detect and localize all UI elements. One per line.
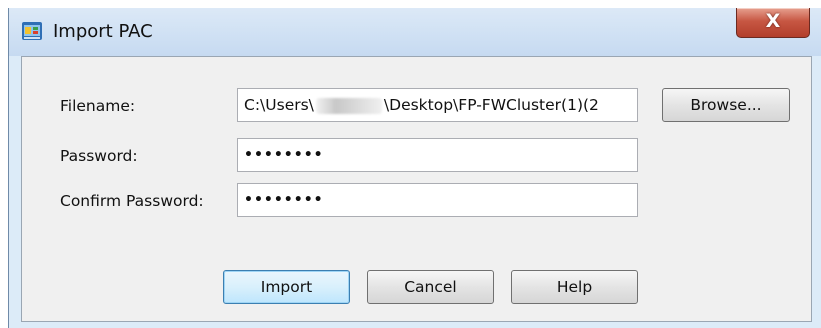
dialog-title: Import PAC <box>53 21 153 42</box>
password-field[interactable]: •••••••• <box>237 138 638 172</box>
browse-button[interactable]: Browse... <box>662 88 790 122</box>
import-pac-app-icon <box>22 22 42 40</box>
filename-field[interactable]: C:\Users\ \Desktop\FP-FWCluster(1)(2 <box>237 88 638 122</box>
close-button[interactable]: X <box>736 8 810 38</box>
import-pac-dialog: Import PAC X Filename: C:\Users\ \Desktop… <box>8 8 821 328</box>
filename-label: Filename: <box>60 97 136 115</box>
filename-path-start: C:\Users\ <box>244 96 314 114</box>
help-button[interactable]: Help <box>511 270 638 304</box>
import-button[interactable]: Import <box>223 270 350 304</box>
confirm-password-field[interactable]: •••••••• <box>237 183 638 217</box>
confirm-password-label: Confirm Password: <box>60 192 204 210</box>
dialog-body: Filename: C:\Users\ \Desktop\FP-FWCluster… <box>21 56 812 322</box>
close-icon: X <box>765 10 781 32</box>
password-label: Password: <box>60 147 138 165</box>
title-bar[interactable]: Import PAC X <box>9 8 821 56</box>
redacted-username <box>315 97 382 114</box>
filename-path-end: \Desktop\FP-FWCluster(1)(2 <box>383 96 599 114</box>
cancel-button[interactable]: Cancel <box>367 270 494 304</box>
